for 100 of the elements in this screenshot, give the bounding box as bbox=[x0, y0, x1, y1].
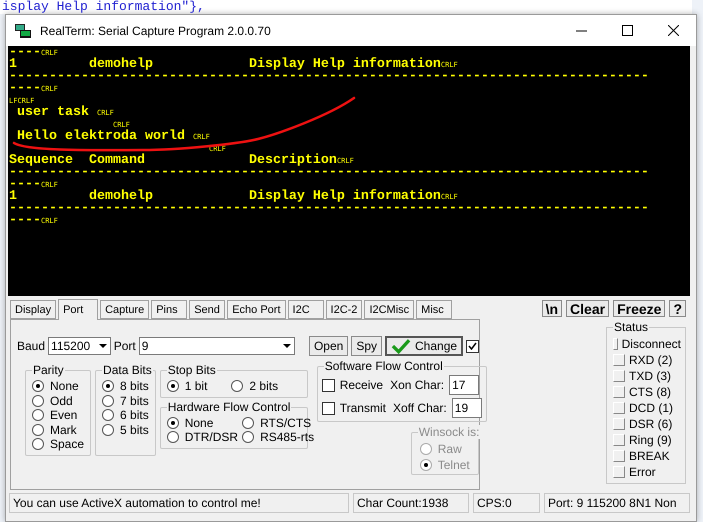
terminal-app-icon bbox=[14, 22, 32, 38]
checkbox-label: Receive bbox=[340, 378, 384, 392]
indicator-label: Error bbox=[629, 465, 656, 479]
checkbox[interactable] bbox=[466, 340, 479, 352]
terminal-text: ---- bbox=[9, 47, 41, 59]
radio-option[interactable]: 5 bits bbox=[102, 422, 149, 437]
radio-button[interactable] bbox=[242, 431, 254, 444]
check-icon bbox=[391, 338, 411, 354]
terminal-text: -------------------------------------------------------------------------------- bbox=[9, 71, 649, 83]
group-title: Data Bits bbox=[102, 363, 153, 377]
group-title: Hardware Flow Control bbox=[166, 400, 292, 414]
window-title: RealTerm: Serial Capture Program 2.0.0.70 bbox=[40, 24, 272, 38]
char-field[interactable]: 19 bbox=[452, 398, 482, 418]
port-button[interactable]: Spy bbox=[351, 336, 382, 356]
indicator-label: RXD (2) bbox=[629, 353, 672, 367]
port-dropdown[interactable]: 9 bbox=[138, 337, 295, 355]
terminal-text: ---- bbox=[9, 83, 41, 95]
radio-option[interactable]: Even bbox=[32, 408, 84, 422]
indicator-light bbox=[613, 370, 625, 382]
terminal-text: user task bbox=[16, 107, 90, 119]
terminal-text: 1 demohelp Display Help information bbox=[9, 59, 441, 71]
group-title: Winsock is: bbox=[418, 425, 480, 439]
indicator-label: Ring (9) bbox=[629, 433, 672, 447]
radio-option[interactable]: Odd bbox=[32, 394, 84, 408]
group-title: Software Flow Control bbox=[324, 359, 444, 373]
indicator-label: DSR (6) bbox=[629, 417, 672, 431]
radio-button[interactable] bbox=[32, 409, 44, 422]
group-title: Parity bbox=[32, 363, 65, 377]
radio-option[interactable]: None bbox=[32, 379, 84, 394]
tab[interactable]: Echo Port bbox=[227, 300, 286, 319]
toolbar-button[interactable]: Freeze bbox=[613, 300, 666, 317]
radio-button[interactable] bbox=[242, 416, 254, 429]
char-field[interactable]: 17 bbox=[449, 375, 480, 395]
checkbox[interactable] bbox=[322, 378, 335, 392]
indicator-light bbox=[613, 434, 625, 446]
radio-button[interactable] bbox=[102, 424, 114, 436]
port-button[interactable]: Open bbox=[308, 336, 348, 356]
radio-option[interactable]: 2 bits bbox=[231, 379, 278, 394]
indicator-label: Disconnect bbox=[622, 337, 681, 351]
radio-option[interactable]: Mark bbox=[32, 422, 84, 437]
status-bar-cell: You can use ActiveX automation to control me! bbox=[9, 493, 349, 513]
tab[interactable]: Capture bbox=[100, 300, 150, 319]
indicator-light bbox=[613, 466, 625, 478]
tab[interactable]: I2C bbox=[288, 300, 324, 319]
close-icon bbox=[668, 25, 678, 36]
radio-button[interactable] bbox=[166, 380, 179, 392]
indicator-label: DCD (1) bbox=[629, 401, 673, 415]
indicator-light bbox=[613, 386, 625, 398]
terminal-text: -------------------------------------------------------------------------------- bbox=[9, 167, 649, 179]
radio-button[interactable] bbox=[102, 380, 114, 392]
radio-button[interactable] bbox=[32, 424, 44, 436]
tab[interactable]: I2C-2 bbox=[326, 300, 362, 319]
radio-option[interactable]: DTR/DSR bbox=[166, 430, 238, 444]
change-button[interactable]: Change bbox=[385, 336, 464, 356]
indicator-light bbox=[613, 338, 618, 350]
tab[interactable]: Pins bbox=[151, 300, 188, 319]
terminal-text: ---- bbox=[9, 179, 41, 191]
terminal-text: Hello elektroda world bbox=[16, 131, 186, 143]
terminal-text: Sequence Command Description bbox=[9, 155, 337, 167]
status-bar-cell: Port: 9 115200 8N1 Non bbox=[544, 493, 690, 513]
radio-button[interactable] bbox=[32, 394, 44, 407]
tab[interactable]: Misc bbox=[416, 300, 452, 319]
radio-option[interactable]: 8 bits bbox=[102, 379, 149, 394]
radio-button[interactable] bbox=[32, 380, 44, 392]
terminal-text: ---- bbox=[9, 215, 41, 227]
baud-dropdown[interactable]: 115200 bbox=[48, 337, 111, 355]
radio-button[interactable] bbox=[166, 416, 179, 429]
radio-button[interactable] bbox=[231, 380, 244, 392]
group-title: Status bbox=[613, 320, 650, 334]
terminal-text: -------------------------------------------------------------------------------- bbox=[9, 203, 649, 215]
char-label: Xoff Char: bbox=[392, 401, 447, 415]
terminal-text: 1 demohelp Display Help information bbox=[9, 191, 441, 203]
tab[interactable]: Send bbox=[189, 300, 226, 319]
radio-option[interactable]: RS485-rts bbox=[242, 430, 314, 444]
radio-option[interactable]: 7 bits bbox=[102, 394, 149, 408]
indicator-label: TXD (3) bbox=[629, 369, 671, 383]
tab[interactable]: Port bbox=[58, 299, 98, 320]
tick-icon bbox=[468, 342, 478, 350]
radio-option[interactable]: 6 bits bbox=[102, 408, 149, 422]
indicator-light bbox=[613, 450, 625, 462]
radio-option[interactable]: 1 bit bbox=[166, 379, 208, 394]
radio-option[interactable]: RTS/CTS bbox=[242, 416, 314, 430]
toolbar-button[interactable]: \n bbox=[542, 300, 562, 317]
toolbar-button[interactable]: Clear bbox=[566, 300, 610, 317]
radio-button[interactable] bbox=[102, 394, 114, 407]
radio-button[interactable] bbox=[32, 438, 44, 450]
tab[interactable]: Display bbox=[10, 300, 56, 319]
checkbox[interactable] bbox=[322, 402, 335, 414]
group-title: Stop Bits bbox=[166, 363, 217, 377]
port-label: Port bbox=[114, 339, 136, 353]
radio-option[interactable]: None bbox=[166, 416, 238, 430]
radio-button[interactable] bbox=[166, 431, 179, 444]
maximize-icon bbox=[622, 25, 632, 36]
indicator-light bbox=[613, 354, 625, 366]
indicator-light bbox=[613, 418, 625, 430]
tab[interactable]: I2CMisc bbox=[364, 300, 414, 319]
radio-button[interactable] bbox=[102, 409, 114, 422]
toolbar-button[interactable]: ? bbox=[669, 300, 686, 317]
radio-option[interactable]: Space bbox=[32, 437, 84, 452]
indicator-light bbox=[613, 402, 625, 414]
